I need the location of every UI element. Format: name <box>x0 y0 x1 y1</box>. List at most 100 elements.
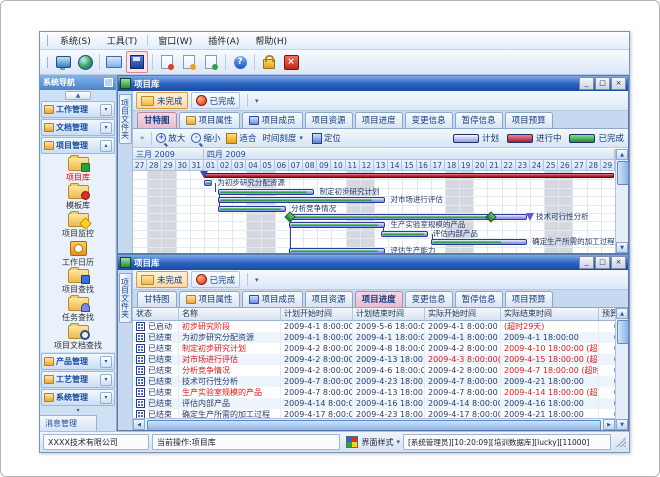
column-header-4[interactable]: 实际开始时间 <box>425 308 501 321</box>
day-header[interactable]: 17 <box>431 160 445 171</box>
day-header[interactable]: 21 <box>487 160 501 171</box>
tab-change-info[interactable]: 变更信息 <box>405 291 453 307</box>
lock-icon-button[interactable] <box>259 52 279 72</box>
table-row[interactable]: 已结束分析竞争情况2009-4-2 8:00:002009-4-6 18:00:… <box>133 365 615 376</box>
day-header[interactable]: 04 <box>246 160 260 171</box>
scroll-left-arrow[interactable]: ◀ <box>133 419 145 430</box>
zoom-in-button[interactable]: +放大 <box>156 132 185 144</box>
menu-system[interactable]: 系统(S) <box>52 33 99 48</box>
gantt-bar-plan[interactable] <box>218 206 286 212</box>
table-row[interactable]: 已结束生产实验室规模的产品2009-4-7 8:00:002009-4-13 1… <box>133 387 615 398</box>
gantt-bar-plan[interactable] <box>289 222 385 228</box>
scroll-right-arrow[interactable]: ▶ <box>603 419 615 430</box>
day-header[interactable]: 15 <box>402 160 416 171</box>
group-work-management[interactable]: 工作管理▾ <box>41 101 115 118</box>
day-header[interactable]: 07 <box>289 160 303 171</box>
chevron-down-icon[interactable]: ▾ <box>100 392 112 404</box>
scroll-down-arrow[interactable]: ▼ <box>616 419 628 430</box>
scroll-thumb[interactable] <box>147 420 601 430</box>
pin-icon[interactable] <box>104 78 113 87</box>
column-header-0[interactable]: 状态 <box>133 308 179 321</box>
day-header[interactable]: 31 <box>190 160 204 171</box>
maximize-button[interactable]: □ <box>595 77 610 90</box>
tab-project-budget[interactable]: 项目预算 <box>505 112 553 128</box>
maximize-button[interactable]: □ <box>595 256 610 269</box>
group-product-management[interactable]: 产品管理▾ <box>41 353 115 370</box>
gantt-window-titlebar[interactable]: 项目库 _ □ × <box>118 76 628 91</box>
scroll-up-arrow[interactable]: ▲ <box>616 149 628 160</box>
tab-project-folder[interactable]: 项目文件夹 <box>119 94 132 144</box>
help-icon-button[interactable]: ? <box>230 52 250 72</box>
day-header[interactable]: 24 <box>530 160 544 171</box>
fit-button[interactable]: 适合 <box>226 132 256 144</box>
day-header[interactable]: 13 <box>374 160 388 171</box>
day-header[interactable]: 09 <box>317 160 331 171</box>
toolbar-grip[interactable] <box>43 35 48 46</box>
gantt-bar-plan[interactable] <box>218 197 385 203</box>
tab-project-properties[interactable]: 项目属性 <box>179 112 240 128</box>
filter-finished-button[interactable]: 已完成 <box>191 92 241 109</box>
day-header[interactable]: 10 <box>331 160 345 171</box>
sidebar-collapse-strip[interactable]: ▲ <box>40 90 116 100</box>
column-header-6[interactable]: 预算 <box>599 308 615 321</box>
chevron-up-icon[interactable]: ▴ <box>100 140 112 152</box>
gantt-bar-plan[interactable] <box>381 231 428 237</box>
menu-window[interactable]: 窗口(W) <box>150 33 200 48</box>
sidebar-item-project-monitor[interactable]: 项目监控 <box>41 212 115 240</box>
time-scale-button[interactable]: 时间刻度▾ <box>262 132 306 144</box>
close-button[interactable]: × <box>611 77 626 90</box>
day-header[interactable]: 11 <box>346 160 360 171</box>
day-header[interactable]: 02 <box>218 160 232 171</box>
tab-pause-info[interactable]: 暂停信息 <box>455 112 503 128</box>
column-header-5[interactable]: 实际结束时间 <box>501 308 599 321</box>
tab-project-resources[interactable]: 项目资源 <box>305 291 353 307</box>
group-document-management[interactable]: 文档管理▾ <box>41 119 115 136</box>
tab-pause-info[interactable]: 暂停信息 <box>455 291 503 307</box>
ui-style-button[interactable]: 界面样式 <box>361 437 393 448</box>
more-filters-chevron-icon[interactable]: ▾ <box>252 276 262 284</box>
day-header[interactable]: 27 <box>133 160 147 171</box>
day-header[interactable]: 23 <box>516 160 530 171</box>
day-header[interactable]: 14 <box>388 160 402 171</box>
scroll-up-arrow[interactable]: ▲ <box>616 308 628 319</box>
tab-message-management[interactable]: 消息管理 <box>40 415 97 431</box>
doc-edit-icon-button[interactable] <box>179 52 199 72</box>
scroll-thumb[interactable] <box>617 161 629 185</box>
doc-remove-icon-button[interactable] <box>201 52 221 72</box>
table-row[interactable]: 已结束评估内部产品2009-4-14 8:00:002009-4-16 18:0… <box>133 398 615 409</box>
table-row[interactable]: 已启动初步研究阶段2009-4-1 8:00:002009-5-6 18:00:… <box>133 321 615 332</box>
tab-project-members[interactable]: 项目成员 <box>242 291 303 307</box>
scroll-down-arrow[interactable]: ▼ <box>616 242 628 253</box>
day-header[interactable]: 20 <box>473 160 487 171</box>
day-header[interactable]: 01 <box>204 160 218 171</box>
day-header[interactable]: 27 <box>572 160 586 171</box>
gantt-bar-plan[interactable] <box>218 189 314 195</box>
day-header[interactable]: 28 <box>147 160 161 171</box>
tab-project-progress[interactable]: 项目进度 <box>355 291 403 307</box>
doc-add-icon-button[interactable] <box>157 52 177 72</box>
day-header[interactable]: 26 <box>558 160 572 171</box>
day-header[interactable]: 19 <box>459 160 473 171</box>
tab-project-folder[interactable]: 项目文件夹 <box>119 273 132 323</box>
group-project-management[interactable]: 项目管理▴ <box>41 137 115 154</box>
more-filters-chevron-icon[interactable]: ▾ <box>252 97 262 105</box>
day-header[interactable]: 03 <box>232 160 246 171</box>
computer-icon-button[interactable] <box>53 52 73 72</box>
locate-button[interactable]: 定位 <box>312 132 341 144</box>
day-header[interactable]: 05 <box>261 160 275 171</box>
column-header-1[interactable]: 名称 <box>179 308 281 321</box>
tab-project-budget[interactable]: 项目预算 <box>505 291 553 307</box>
filter-finished-button[interactable]: 已完成 <box>191 271 241 288</box>
table-vertical-scrollbar[interactable]: ▲ ▼ <box>615 308 628 430</box>
filter-unfinished-button[interactable]: 未完成 <box>136 92 188 109</box>
day-header[interactable]: 22 <box>502 160 516 171</box>
open-folder-icon-button[interactable] <box>104 52 124 72</box>
day-header[interactable]: 12 <box>360 160 374 171</box>
table-row[interactable]: 已结束对市场进行评估2009-4-2 8:00:002009-4-13 18:0… <box>133 354 615 365</box>
day-header[interactable]: 16 <box>417 160 431 171</box>
zoom-out-button[interactable]: -缩小 <box>191 132 220 144</box>
sidebar-item-project-doc-search[interactable]: 项目文档查找 <box>41 324 115 352</box>
day-header[interactable]: 25 <box>544 160 558 171</box>
menu-tools[interactable]: 工具(T) <box>99 33 146 48</box>
globe-icon-button[interactable] <box>75 52 95 72</box>
